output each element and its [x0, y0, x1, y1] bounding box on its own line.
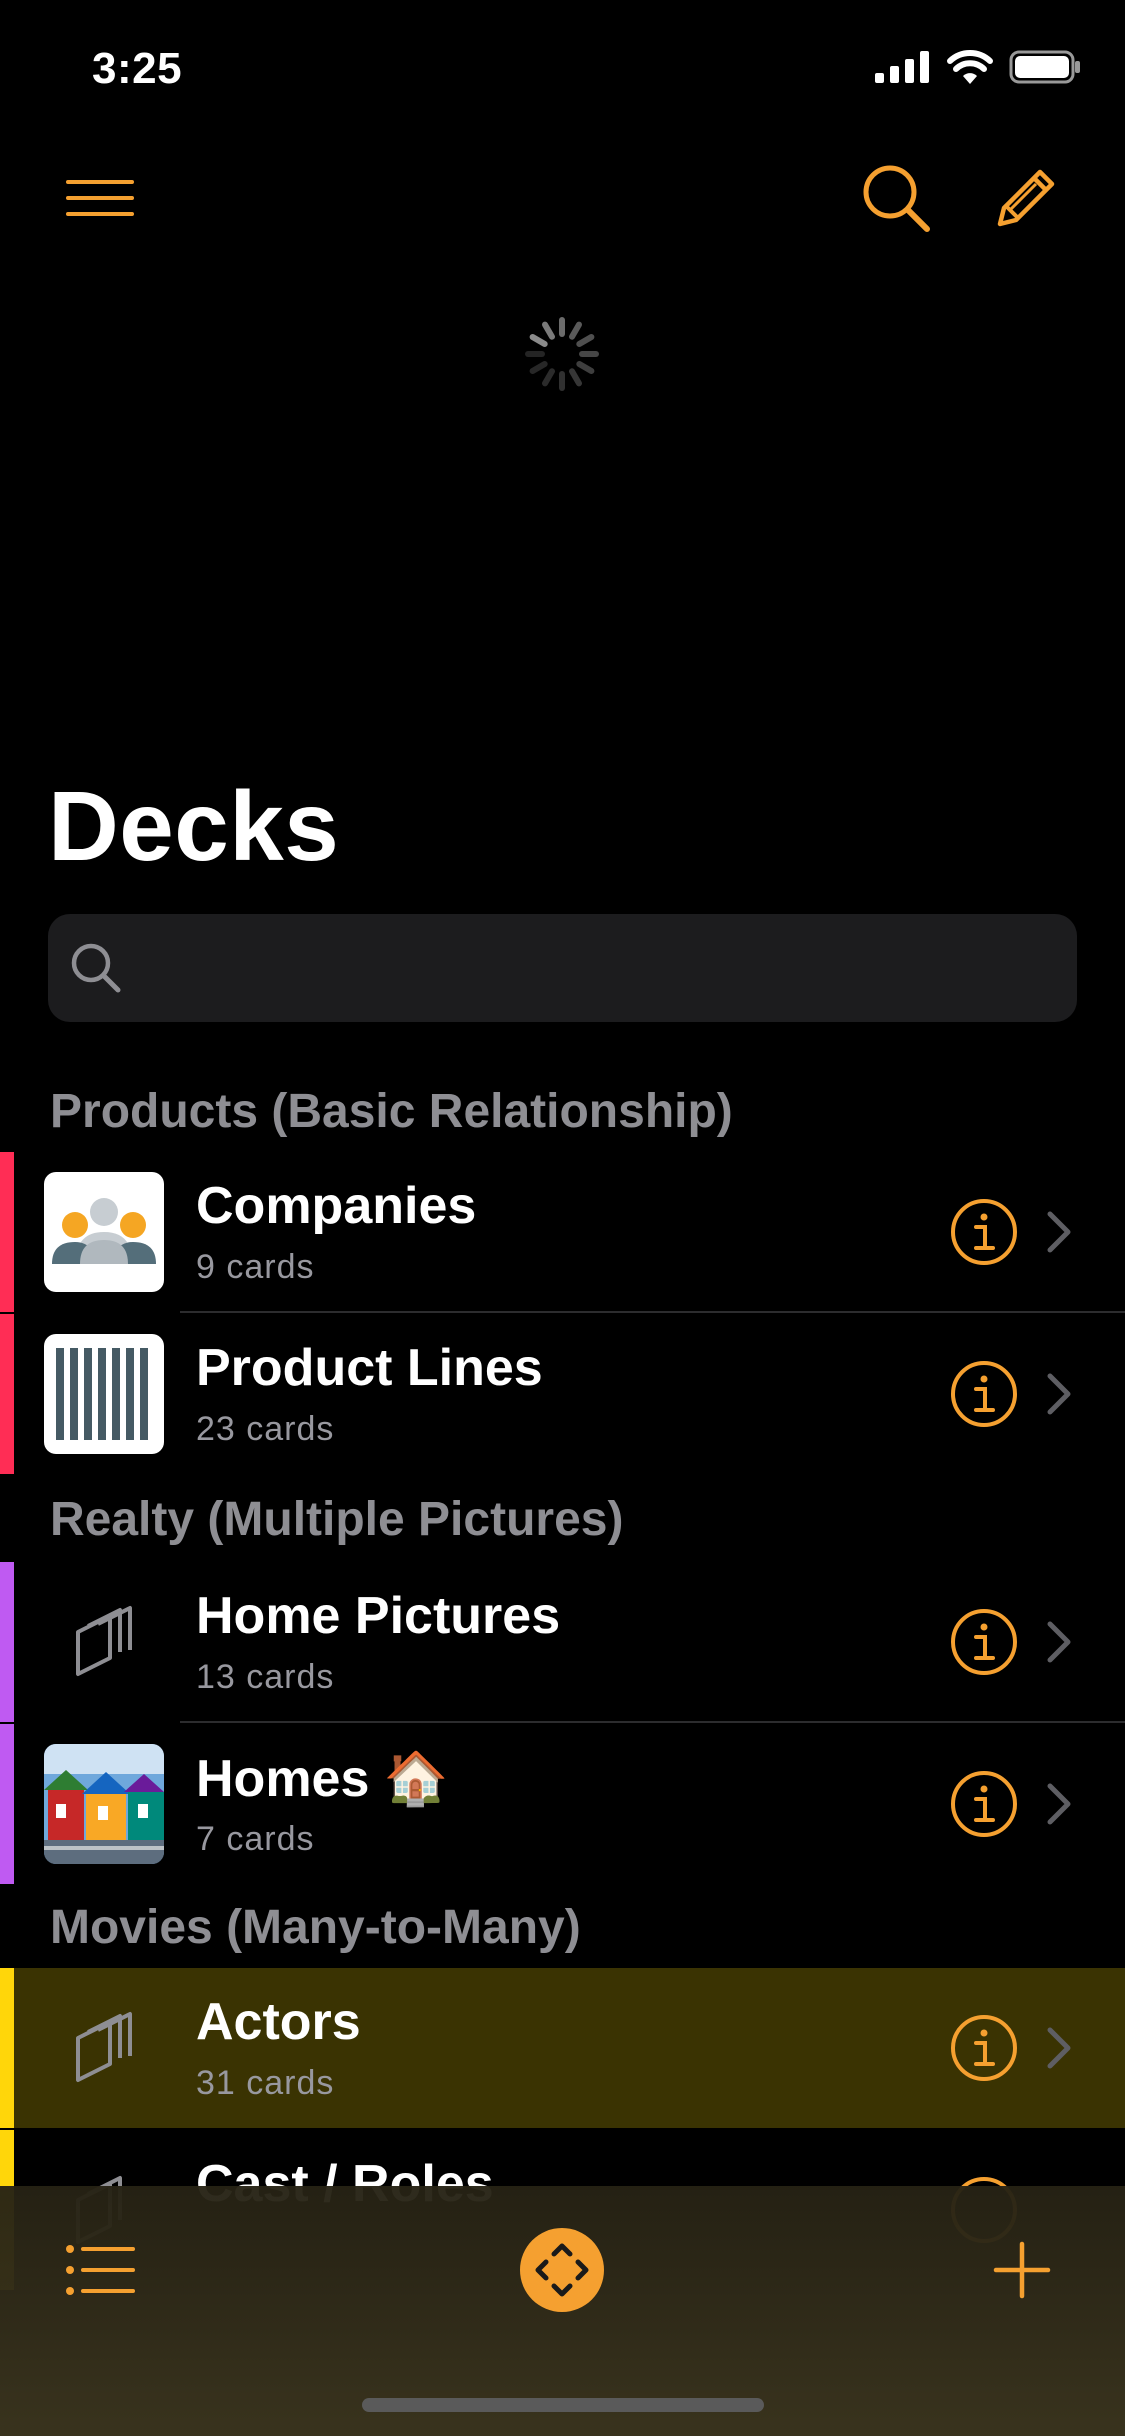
chevron-right-icon	[1047, 2027, 1071, 2069]
chevron-right-icon	[1047, 1373, 1071, 1415]
deck-card-count: 13 cards	[196, 1658, 335, 1696]
info-icon[interactable]	[950, 1198, 1018, 1266]
status-icons	[875, 50, 1081, 84]
stacked-cards-icon	[44, 1988, 164, 2108]
deck-title: Homes 🏠	[196, 1750, 449, 1808]
search-input[interactable]	[138, 914, 1038, 1022]
deck-card-count: 9 cards	[196, 1248, 315, 1286]
info-icon[interactable]	[950, 1608, 1018, 1676]
chevron-right-icon	[1047, 1621, 1071, 1663]
deck-title: Companies	[196, 1177, 477, 1235]
deck-title: Product Lines	[196, 1339, 543, 1397]
search-button[interactable]	[860, 162, 932, 234]
chevron-right-icon	[1047, 1211, 1071, 1253]
deck-title: Actors	[196, 1993, 361, 2051]
loading-spinner-icon	[525, 317, 599, 391]
add-button[interactable]	[990, 2238, 1054, 2302]
list-icon	[66, 2245, 135, 2295]
deck-color-bar	[0, 1152, 14, 1312]
menu-button[interactable]	[60, 170, 140, 226]
deck-card-count: 7 cards	[196, 1820, 315, 1858]
deck-row-actors[interactable]: Actors 31 cards	[0, 1968, 1125, 2128]
cellular-signal-icon	[875, 51, 929, 83]
deck-row-home-pictures[interactable]: Home Pictures 13 cards	[0, 1562, 1125, 1723]
deck-row-product-lines[interactable]: Product Lines 23 cards	[0, 1314, 1125, 1474]
deck-title: Home Pictures	[196, 1587, 561, 1645]
section-header-realty: Realty (Multiple Pictures)	[50, 1493, 624, 1546]
row-separator	[180, 1721, 1125, 1723]
info-icon[interactable]	[950, 2014, 1018, 2082]
section-header-products: Products (Basic Relationship)	[50, 1085, 733, 1138]
magnifying-glass-icon	[863, 165, 930, 232]
deck-color-bar	[0, 1968, 14, 2128]
deck-color-bar	[0, 1562, 14, 1722]
deck-color-bar	[0, 1724, 14, 1884]
info-icon[interactable]	[950, 1770, 1018, 1838]
pencil-icon	[997, 169, 1055, 227]
deck-card-count: 31 cards	[196, 2064, 335, 2102]
status-time: 3:25	[92, 44, 183, 93]
info-icon[interactable]	[950, 1360, 1018, 1428]
section-header-movies: Movies (Many-to-Many)	[50, 1901, 581, 1954]
page-title: Decks	[48, 771, 340, 881]
houses-photo	[44, 1744, 164, 1864]
deck-row-companies[interactable]: Companies 9 cards	[0, 1152, 1125, 1313]
center-action-button[interactable]	[520, 2228, 604, 2312]
people-icon	[44, 1172, 164, 1292]
hamburger-icon	[66, 180, 134, 216]
plus-icon	[993, 2241, 1051, 2299]
deck-card-count: 23 cards	[196, 1410, 335, 1448]
battery-icon	[1009, 50, 1080, 84]
barcode-icon	[44, 1334, 164, 1454]
edit-button[interactable]	[990, 162, 1062, 234]
stacked-cards-icon	[44, 1582, 164, 1702]
list-button[interactable]	[60, 2240, 140, 2300]
home-indicator[interactable]	[362, 2398, 764, 2412]
deck-color-bar	[0, 1314, 14, 1474]
row-separator	[180, 1311, 1125, 1313]
diamond-arrows-icon	[535, 2243, 589, 2297]
search-bar[interactable]	[48, 914, 1077, 1022]
wifi-icon	[947, 50, 993, 84]
search-icon	[71, 943, 121, 993]
deck-row-homes[interactable]: Homes 🏠 7 cards	[0, 1724, 1125, 1884]
chevron-right-icon	[1047, 1783, 1071, 1825]
